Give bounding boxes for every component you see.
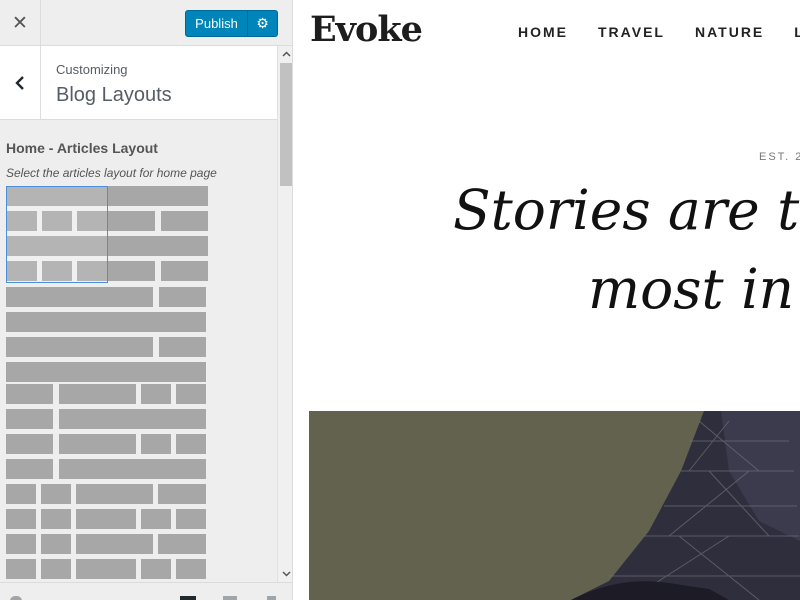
layout-placeholder-block xyxy=(141,434,171,454)
layout-placeholder-block xyxy=(158,534,206,554)
hero-heading-line-1: Stories are the xyxy=(453,178,800,242)
gear-icon: ⚙ xyxy=(256,15,269,32)
section-title: Blog Layouts xyxy=(56,84,172,106)
customizer-footer xyxy=(0,582,292,600)
control-description: Select the articles layout for home page xyxy=(6,166,217,180)
site-title[interactable]: Evoke xyxy=(310,9,423,50)
layout-placeholder-block xyxy=(176,434,206,454)
publish-button[interactable]: Publish xyxy=(185,10,248,37)
collapse-sidebar-icon[interactable] xyxy=(10,596,22,600)
layout-placeholder-block xyxy=(6,409,53,429)
layout-placeholder-block xyxy=(6,459,53,479)
layout-placeholder-block xyxy=(6,287,153,307)
nav-item-lifestyle[interactable]: LI xyxy=(794,24,800,40)
chevron-down-icon xyxy=(281,571,291,577)
eiffel-tower-image xyxy=(309,411,800,600)
chevron-up-icon xyxy=(281,51,291,57)
layout-placeholder-block xyxy=(41,534,71,554)
layout-placeholder-block xyxy=(141,384,171,404)
customizer-header: ✕ Publish ⚙ xyxy=(0,0,292,46)
layout-placeholder-block xyxy=(141,509,171,529)
mobile-preview-icon[interactable] xyxy=(267,596,276,600)
selected-layout-option[interactable] xyxy=(6,186,108,283)
hero-image xyxy=(309,411,800,600)
customizer-app: ✕ Publish ⚙ Customizing Blog Layouts Hom… xyxy=(0,0,800,600)
layout-placeholder-block xyxy=(6,509,36,529)
customizer-sidebar: ✕ Publish ⚙ Customizing Blog Layouts Hom… xyxy=(0,0,293,600)
layout-placeholder-block xyxy=(176,384,206,404)
layout-placeholder-block xyxy=(41,559,71,579)
customizing-label: Customizing xyxy=(56,62,128,77)
tablet-preview-icon[interactable] xyxy=(223,596,237,600)
layout-placeholder-block xyxy=(6,534,36,554)
layout-placeholder-block xyxy=(6,559,36,579)
layout-placeholder-block xyxy=(176,559,206,579)
site-preview: Evoke HOME TRAVEL NATURE LI EST. 2 Stories … xyxy=(293,0,800,600)
layout-placeholder-block xyxy=(6,434,53,454)
section-header: Customizing Blog Layouts xyxy=(0,46,277,120)
est-label: EST. 2 xyxy=(759,151,800,163)
layout-placeholder-block xyxy=(6,312,206,332)
scroll-thumb[interactable] xyxy=(280,63,292,186)
scroll-down-arrow[interactable] xyxy=(278,566,292,582)
layout-placeholder-block xyxy=(76,559,136,579)
layout-placeholder-block xyxy=(59,409,206,429)
layout-placeholder-block xyxy=(76,484,153,504)
layout-placeholder-block xyxy=(76,509,136,529)
layout-placeholder-block xyxy=(141,559,171,579)
layout-placeholder-block xyxy=(161,211,208,231)
layout-placeholder-block xyxy=(6,337,153,357)
layout-placeholder-block xyxy=(158,484,206,504)
main-navigation: HOME TRAVEL NATURE LI xyxy=(518,24,800,42)
layout-placeholder-block xyxy=(159,287,206,307)
layout-placeholder-block xyxy=(41,509,71,529)
layout-placeholder-block xyxy=(59,384,136,404)
layout-placeholder-block xyxy=(59,459,206,479)
hero-heading-line-2: most in th xyxy=(588,257,800,321)
layout-placeholder-block xyxy=(159,337,206,357)
layout-placeholder-block xyxy=(76,534,153,554)
layout-placeholder-block xyxy=(6,484,36,504)
layout-placeholder-block xyxy=(59,434,136,454)
layout-placeholder-block xyxy=(161,261,208,281)
layout-placeholder-block xyxy=(41,484,71,504)
control-title: Home - Articles Layout xyxy=(6,140,158,156)
nav-item-nature[interactable]: NATURE xyxy=(695,24,764,40)
scroll-up-arrow[interactable] xyxy=(278,46,292,62)
layout-placeholder-block xyxy=(176,509,206,529)
close-icon: ✕ xyxy=(12,12,28,34)
nav-item-home[interactable]: HOME xyxy=(518,24,568,40)
publish-settings-button[interactable]: ⚙ xyxy=(247,10,278,37)
layout-placeholder-block xyxy=(6,384,53,404)
desktop-preview-icon[interactable] xyxy=(180,596,196,600)
close-button[interactable]: ✕ xyxy=(0,0,41,46)
chevron-left-icon xyxy=(15,75,24,90)
sidebar-scrollbar[interactable] xyxy=(277,46,292,582)
layout-placeholder-block xyxy=(6,362,206,382)
back-button[interactable] xyxy=(0,46,41,119)
nav-item-travel[interactable]: TRAVEL xyxy=(598,24,665,40)
